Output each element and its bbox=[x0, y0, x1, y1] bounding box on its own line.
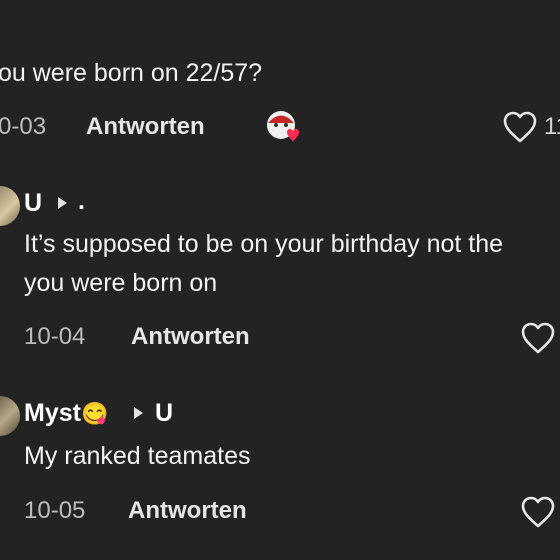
reply-button[interactable]: Antworten bbox=[86, 113, 205, 141]
username[interactable]: U bbox=[24, 188, 42, 218]
comment-text-line2: you were born on bbox=[24, 269, 218, 297]
emoji-icon: 😋 bbox=[80, 401, 109, 426]
comment-text: My ranked teamates bbox=[24, 442, 251, 470]
like-heart-icon[interactable] bbox=[520, 321, 556, 355]
comment-date: 10-04 bbox=[24, 323, 86, 350]
avatar[interactable] bbox=[0, 186, 20, 226]
reply-arrow-icon bbox=[134, 407, 143, 419]
username[interactable]: Myst😋 bbox=[24, 398, 108, 429]
like-heart-icon[interactable] bbox=[520, 495, 556, 529]
comment-date: 10-05 bbox=[24, 497, 86, 524]
avatar[interactable] bbox=[0, 396, 20, 436]
sticker-emoji-icon[interactable] bbox=[264, 108, 304, 146]
comment-text-line1: It’s supposed to be on your birthday not… bbox=[24, 230, 504, 258]
like-heart-icon[interactable] bbox=[502, 110, 538, 144]
username-suffix: . bbox=[78, 187, 85, 215]
username-text: Myst bbox=[24, 399, 81, 427]
reply-arrow-icon bbox=[58, 197, 67, 209]
reply-to-username[interactable]: U bbox=[155, 398, 173, 428]
like-count: 11 bbox=[544, 113, 560, 140]
comment-date: 0-03 bbox=[0, 113, 47, 140]
reply-button[interactable]: Antworten bbox=[128, 497, 247, 525]
reply-button[interactable]: Antworten bbox=[131, 323, 250, 351]
comment-text: ou were born on 22/57? bbox=[0, 59, 263, 87]
